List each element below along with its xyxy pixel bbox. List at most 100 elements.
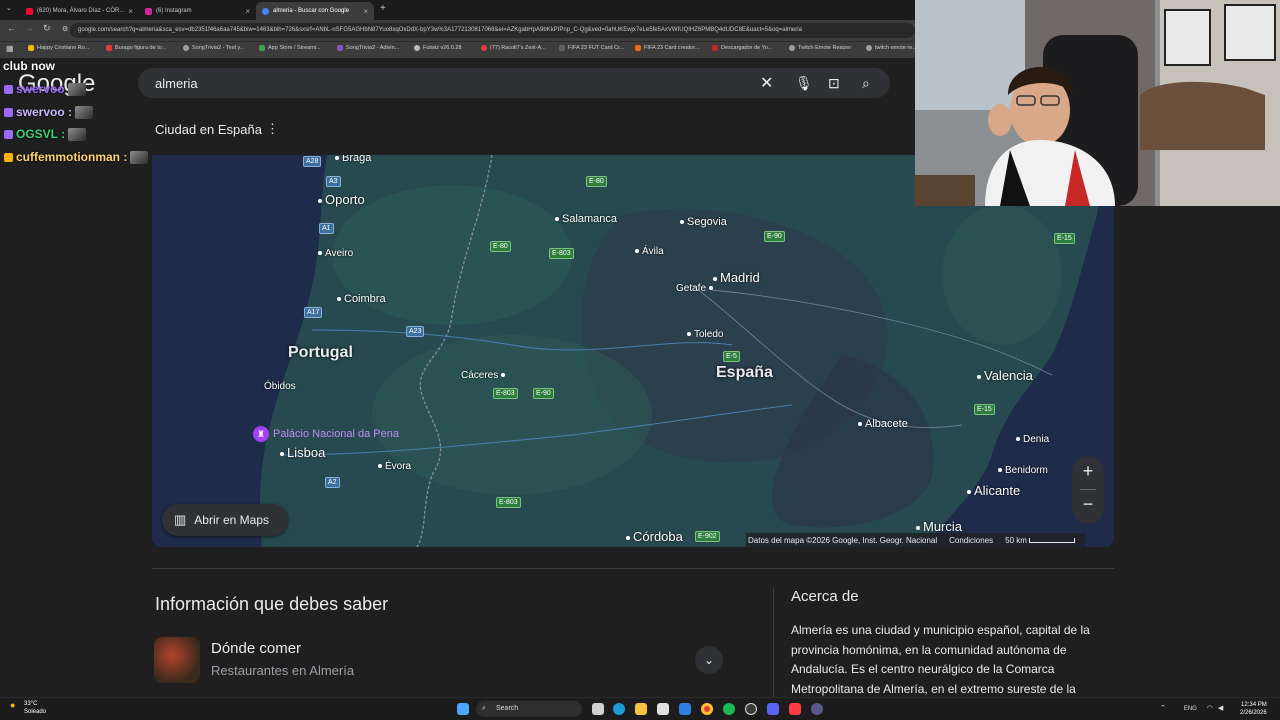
bookmark-item[interactable]: FIFA 23 Card creator... xyxy=(635,45,699,51)
more-options-icon[interactable]: ⋮ xyxy=(266,121,279,137)
bookmark-item[interactable]: Descargador de Yo... xyxy=(712,45,772,51)
tray-chevron-icon[interactable]: ⌃ xyxy=(1160,705,1166,712)
section-divider xyxy=(152,568,1114,569)
voice-search-icon[interactable]: 🎙 xyxy=(795,75,813,92)
address-bar-row: ← → ↻ ⚙ google.com/search?q=almeria&sca_… xyxy=(0,20,915,41)
city-salamanca: Salamanca xyxy=(555,213,617,225)
poi-palacio-pena[interactable]: ♜ Palácio Nacional da Pena xyxy=(253,426,399,442)
map-terms-link[interactable]: Condiciones xyxy=(949,536,993,545)
bookmark-icon xyxy=(712,45,718,51)
forward-icon[interactable]: → xyxy=(25,23,34,33)
task-view-icon[interactable] xyxy=(592,703,604,715)
edge-icon[interactable] xyxy=(613,703,625,715)
where-to-eat-subtitle: Restaurantes en Almería xyxy=(211,663,355,678)
bookmark-item[interactable]: SongTrivia2 - Adivin... xyxy=(337,45,399,51)
road-e80-b: E-80 xyxy=(490,241,511,252)
chat-message: swervoo xyxy=(4,82,86,96)
chevron-down-icon[interactable]: ⌄ xyxy=(695,646,723,674)
city-alicante: Alicante xyxy=(967,483,1020,498)
map-panel[interactable]: Portugal España Braga Oporto Aveiro Coim… xyxy=(152,155,1114,547)
bookmark-icon xyxy=(106,45,112,51)
app-icon[interactable] xyxy=(811,703,823,715)
new-tab-button[interactable]: + xyxy=(380,3,386,14)
bookmark-item[interactable]: SongTrivia2 - Test y... xyxy=(183,45,244,51)
chrome-icon[interactable] xyxy=(701,703,713,715)
bookmark-item[interactable]: App Store / Streami... xyxy=(259,45,321,51)
file-explorer-icon[interactable] xyxy=(635,703,647,715)
road-a2: A2 xyxy=(325,477,340,488)
bookmark-label: Happy Cristiano Ro... xyxy=(37,45,90,51)
search-box[interactable]: almeria ✕ 🎙 ⊡ ⌕ xyxy=(138,68,890,98)
search-icon[interactable]: ⌕ xyxy=(862,75,870,92)
taskbar-search[interactable]: ⌕ Search xyxy=(476,701,582,717)
webcam-overlay xyxy=(915,0,1280,206)
tab-bar: ⌄ (620) Mora, Álvaro Díaz - CÓR... × (6)… xyxy=(0,0,915,20)
obs-icon[interactable] xyxy=(745,703,757,715)
bookmark-item[interactable]: Futwiz v26.0.28 xyxy=(414,45,462,51)
bookmark-item[interactable]: Burago figura de to... xyxy=(106,45,166,51)
zoom-divider xyxy=(1080,489,1096,490)
close-icon[interactable]: × xyxy=(128,7,133,16)
lens-icon[interactable]: ⊡ xyxy=(828,75,840,92)
bookmark-icon xyxy=(635,45,641,51)
discord-icon[interactable] xyxy=(767,703,779,715)
bookmark-label: twitch emote re... xyxy=(875,45,917,51)
bookmark-item[interactable]: twitch emote re... xyxy=(866,45,917,51)
city-coimbra: Coimbra xyxy=(337,293,386,305)
city-oporto: Oporto xyxy=(318,192,365,207)
restaurant-thumbnail[interactable] xyxy=(154,637,200,683)
zoom-in-button[interactable]: + xyxy=(1072,461,1104,482)
close-icon[interactable]: × xyxy=(245,7,250,16)
weather-condition: Soleado xyxy=(24,709,47,715)
music-app-icon[interactable] xyxy=(789,703,801,715)
weather-widget[interactable]: ● 33°C Soleado xyxy=(10,700,46,716)
zoom-out-button[interactable]: − xyxy=(1072,494,1104,515)
road-e803-c: E-803 xyxy=(496,497,521,508)
clear-icon[interactable]: ✕ xyxy=(760,73,773,93)
city-label: Segovia xyxy=(687,216,727,228)
bookmark-item[interactable]: (77) Racoll7's Zest-A... xyxy=(481,45,546,51)
tab-instagram[interactable]: (6) Instagram × xyxy=(139,2,256,20)
bookmarks-bar: ▦ Happy Cristiano Ro... Burago figura de… xyxy=(0,41,917,58)
youtube-icon xyxy=(26,7,33,15)
road-e90-b: E-90 xyxy=(533,388,554,399)
windows-start-icon[interactable] xyxy=(457,703,469,715)
tab-youtube[interactable]: (620) Mora, Álvaro Díaz - CÓR... × xyxy=(20,2,138,20)
map-data-credit: Datos del mapa ©2026 Google, Inst. Geogr… xyxy=(748,535,938,545)
bookmark-icon xyxy=(559,45,565,51)
url-text: google.com/search?q=almeria&sca_esv=db23… xyxy=(78,27,802,33)
spotify-icon[interactable] xyxy=(723,703,735,715)
close-icon[interactable]: × xyxy=(363,7,368,16)
mail-icon[interactable] xyxy=(679,703,691,715)
bookmark-item[interactable]: FIFA 23 FUT Card Cr... xyxy=(559,45,624,51)
tab-google[interactable]: almeria - Buscar con Google × xyxy=(256,2,374,20)
city-braga: Braga xyxy=(335,155,371,164)
chat-username: swervoo : xyxy=(16,105,73,119)
chat-username: swervoo xyxy=(16,82,65,96)
clock[interactable]: 12:34 PM 2/26/2026 xyxy=(1240,701,1267,717)
bookmark-label: FIFA 23 FUT Card Cr... xyxy=(568,45,625,51)
site-info-icon[interactable]: ⚙ xyxy=(62,25,68,33)
wifi-icon[interactable]: ◠ xyxy=(1207,705,1213,712)
tab-search-icon[interactable]: ⌄ xyxy=(6,4,12,12)
bookmark-icon xyxy=(28,45,34,51)
open-in-maps-button[interactable]: ▥ Abrir en Maps xyxy=(162,504,288,536)
road-a17: A17 xyxy=(304,307,323,318)
url-field[interactable]: google.com/search?q=almeria&sca_esv=db23… xyxy=(70,23,915,38)
language-indicator[interactable]: ENG xyxy=(1184,706,1197,712)
search-input[interactable]: almeria xyxy=(155,76,198,91)
where-to-eat-title[interactable]: Dónde comer xyxy=(211,640,301,657)
volume-icon[interactable]: ◀ xyxy=(1218,705,1223,712)
bookmark-item[interactable]: Twitch Emote Resizer xyxy=(789,45,851,51)
back-icon[interactable]: ← xyxy=(7,23,16,33)
reload-icon[interactable]: ↻ xyxy=(43,23,51,34)
chat-message: OGSVL : xyxy=(4,127,87,141)
road-e803-b: E-803 xyxy=(493,388,518,399)
city-caceres: Cáceres xyxy=(461,370,508,381)
road-e80: E-80 xyxy=(586,176,607,187)
apps-icon[interactable]: ▦ xyxy=(6,44,14,53)
city-label: Valencia xyxy=(984,368,1033,383)
photos-icon[interactable] xyxy=(657,703,669,715)
city-label: Denia xyxy=(1023,434,1050,445)
bookmark-item[interactable]: Happy Cristiano Ro... xyxy=(28,45,89,51)
